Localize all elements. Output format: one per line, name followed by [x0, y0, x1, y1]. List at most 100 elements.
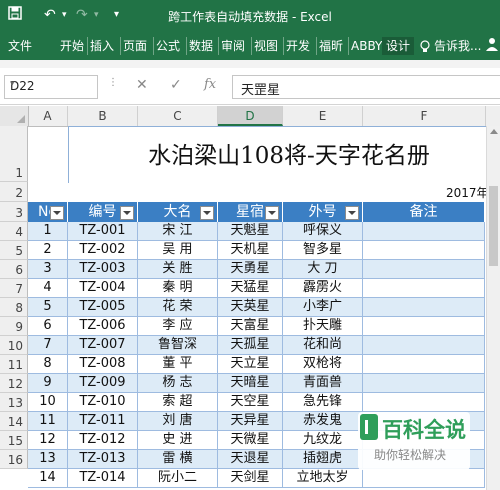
cell-code[interactable]: TZ-005	[68, 298, 138, 317]
share-icon[interactable]	[486, 37, 498, 56]
row-header[interactable]: 12	[0, 374, 28, 393]
cell-code[interactable]: TZ-013	[68, 450, 138, 469]
insert-function-button[interactable]: fx	[204, 77, 216, 92]
cell-note[interactable]	[363, 241, 485, 260]
row-header[interactable]: 14	[0, 412, 28, 431]
row-header[interactable]: 5	[0, 241, 28, 260]
header-cell-no[interactable]: No	[28, 202, 68, 222]
header-cell-note[interactable]: 备注	[363, 202, 485, 222]
header-cell-star[interactable]: 星宿	[218, 202, 283, 222]
cell-nickname[interactable]: 花和尚	[283, 336, 363, 355]
row-header[interactable]: 8	[0, 298, 28, 317]
cell-note[interactable]	[363, 298, 485, 317]
cell-star[interactable]: 天勇星	[218, 260, 283, 279]
cell-name[interactable]: 刘 唐	[138, 412, 218, 431]
cell-nickname[interactable]: 急先锋	[283, 393, 363, 412]
chevron-down-icon[interactable]: ▾	[10, 79, 93, 89]
cell-no[interactable]: 8	[28, 355, 68, 374]
cell-no[interactable]: 3	[28, 260, 68, 279]
column-header-f[interactable]: F	[363, 106, 486, 126]
cell-no[interactable]: 6	[28, 317, 68, 336]
cell-name[interactable]: 董 平	[138, 355, 218, 374]
formula-input[interactable]: 天罡星	[232, 75, 500, 99]
cell-no[interactable]: 10	[28, 393, 68, 412]
row-header[interactable]: 15	[0, 431, 28, 450]
filter-dropdown-icon[interactable]	[345, 206, 359, 220]
cell-no[interactable]: 4	[28, 279, 68, 298]
cell-note[interactable]	[363, 374, 485, 393]
header-cell-code[interactable]: 编号	[68, 202, 138, 222]
cell-star[interactable]: 天英星	[218, 298, 283, 317]
cell-star[interactable]: 天猛星	[218, 279, 283, 298]
column-header-c[interactable]: C	[138, 106, 218, 126]
cell-note[interactable]	[363, 317, 485, 336]
row-header[interactable]: 13	[0, 393, 28, 412]
cell-note[interactable]	[363, 355, 485, 374]
cancel-icon[interactable]: ✕	[136, 77, 148, 93]
cell-no[interactable]: 11	[28, 412, 68, 431]
cell-name[interactable]: 吴 用	[138, 241, 218, 260]
cell-note[interactable]	[363, 393, 485, 412]
row-header[interactable]: 4	[0, 222, 28, 241]
row-header[interactable]: 1	[0, 126, 28, 182]
cell-nickname[interactable]: 呼保义	[283, 222, 363, 241]
row-header[interactable]: 7	[0, 279, 28, 298]
column-header-e[interactable]: E	[283, 106, 363, 126]
column-header-b[interactable]: B	[68, 106, 138, 126]
cell-no[interactable]: 9	[28, 374, 68, 393]
cell-star[interactable]: 天剑星	[218, 469, 283, 488]
filter-dropdown-icon[interactable]	[265, 206, 279, 220]
tab-review[interactable]: 审阅	[218, 37, 245, 55]
cell-note[interactable]	[363, 469, 485, 488]
cell-note[interactable]	[363, 222, 485, 241]
tab-foxit[interactable]: 福昕	[316, 37, 343, 55]
cell-code[interactable]: TZ-002	[68, 241, 138, 260]
cell-nickname[interactable]: 霹雳火	[283, 279, 363, 298]
cell-no[interactable]: 14	[28, 469, 68, 488]
cell-star[interactable]: 天暗星	[218, 374, 283, 393]
cell-nickname[interactable]: 插翅虎	[283, 450, 363, 469]
cell-code[interactable]: TZ-012	[68, 431, 138, 450]
cell-code[interactable]: TZ-006	[68, 317, 138, 336]
cell-no[interactable]: 12	[28, 431, 68, 450]
vertical-scrollbar[interactable]	[486, 126, 500, 490]
cell-star[interactable]: 天空星	[218, 393, 283, 412]
year-cell[interactable]: 2017年	[446, 184, 489, 201]
cell-code[interactable]: TZ-004	[68, 279, 138, 298]
tab-design[interactable]: 设计	[382, 37, 415, 55]
tab-home[interactable]: 开始	[60, 37, 84, 55]
cell-name[interactable]: 鲁智深	[138, 336, 218, 355]
filter-dropdown-icon[interactable]	[200, 206, 214, 220]
cell-code[interactable]: TZ-011	[68, 412, 138, 431]
cell-nickname[interactable]: 赤发鬼	[283, 412, 363, 431]
name-box[interactable]: D22 ▾	[4, 75, 98, 99]
tab-formulas[interactable]: 公式	[153, 37, 180, 55]
tab-developer[interactable]: 开发	[283, 37, 310, 55]
cell-no[interactable]: 13	[28, 450, 68, 469]
cell-code[interactable]: TZ-010	[68, 393, 138, 412]
cell-star[interactable]: 天机星	[218, 241, 283, 260]
scroll-up-icon[interactable]	[490, 129, 498, 134]
cell-name[interactable]: 关 胜	[138, 260, 218, 279]
tab-data[interactable]: 数据	[186, 37, 213, 55]
cell-nickname[interactable]: 双枪将	[283, 355, 363, 374]
row-header[interactable]: 10	[0, 336, 28, 355]
cell-name[interactable]: 阮小二	[138, 469, 218, 488]
cell-star[interactable]: 天孤星	[218, 336, 283, 355]
tab-file[interactable]: 文件	[8, 37, 32, 55]
tab-page-layout[interactable]: 页面	[120, 37, 147, 55]
cell-note[interactable]	[363, 260, 485, 279]
column-header-a[interactable]: A	[28, 106, 68, 126]
cell-no[interactable]: 1	[28, 222, 68, 241]
cell-name[interactable]: 史 进	[138, 431, 218, 450]
cell-no[interactable]: 7	[28, 336, 68, 355]
cell-star[interactable]: 天立星	[218, 355, 283, 374]
column-header-d[interactable]: D	[218, 106, 283, 126]
cell-name[interactable]: 宋 江	[138, 222, 218, 241]
cell-star[interactable]: 天微星	[218, 431, 283, 450]
cell-nickname[interactable]: 小李广	[283, 298, 363, 317]
cell-code[interactable]: TZ-014	[68, 469, 138, 488]
row-header[interactable]: 2	[0, 182, 28, 202]
tab-insert[interactable]: 插入	[87, 37, 114, 55]
row-header[interactable]: 11	[0, 355, 28, 374]
